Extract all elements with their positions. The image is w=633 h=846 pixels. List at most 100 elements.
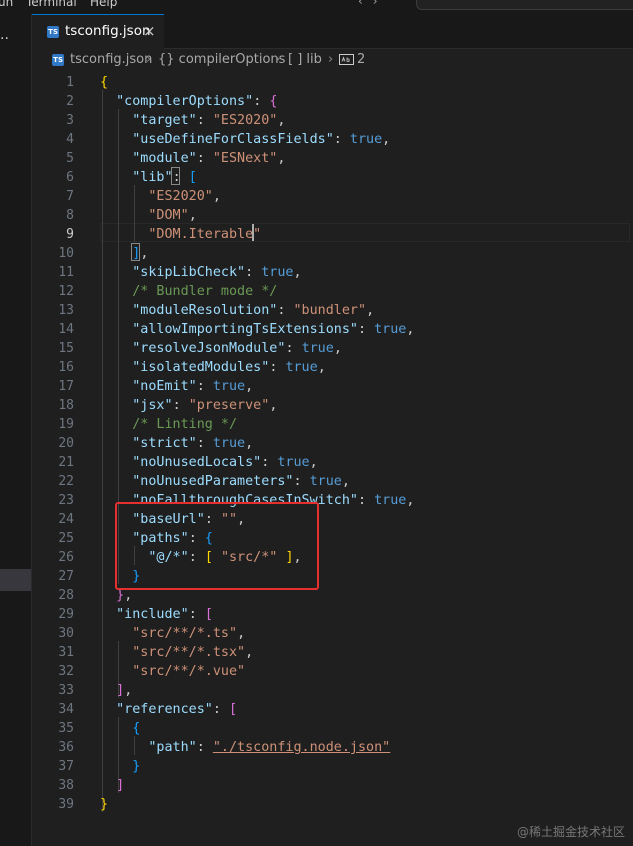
code-line: "noUnusedParameters": true, [100,472,350,491]
code-token: true [374,493,407,508]
breadcrumb-lib[interactable]: [ ] lib [288,52,322,67]
code-line: "isolatedModules": true, [100,358,326,377]
line-number: 34 [58,702,74,717]
code-line: "noEmit": true, [100,377,253,396]
menu-run[interactable]: un [0,0,13,9]
typescript-file-icon: TS [52,54,64,66]
code-token: ] [116,683,125,698]
code-token: "skipLibCheck" [132,265,246,280]
code-token: , [341,474,350,489]
line-number: 27 [58,569,74,584]
line-number: 9 [66,227,74,242]
code-token: "ESNext" [212,151,278,166]
ellipsis-icon[interactable]: ·· [0,32,9,46]
line-number: 37 [58,759,74,774]
chevron-right-icon: › [328,52,334,67]
code-token: , [188,208,197,223]
code-token: "compilerOptions" [116,94,254,109]
line-number: 19 [58,417,74,432]
code-token: { [100,75,109,90]
code-token: : [172,398,189,413]
code-token: "ES2020" [212,113,278,128]
code-token: : [253,94,270,109]
line-number: 39 [58,797,74,812]
close-icon[interactable]: × [143,22,156,40]
code-token: : [188,607,205,622]
code-token: : [172,170,189,185]
side-panel-selected-item[interactable] [0,569,31,591]
code-token: "references" [116,702,213,717]
editor-tab-bar: TS tsconfig.json × [32,14,633,49]
menu-terminal[interactable]: Terminal [26,0,77,9]
menu-help[interactable]: Help [90,0,117,9]
code-token: [ [188,170,197,185]
code-token: "./tsconfig.node.json" [212,740,391,755]
code-token: /* Linting */ [132,417,238,432]
code-line: "src/**/*.ts", [100,624,245,643]
code-line: "DOM.Iterable" [100,225,261,244]
command-center-input[interactable] [416,0,633,10]
code-token: "allowImportingTsExtensions" [132,322,358,337]
breadcrumb-file[interactable]: tsconfig.json [70,52,152,67]
code-token: "DOM" [148,208,189,223]
line-number: 22 [58,474,74,489]
line-number: 18 [58,398,74,413]
code-token: , [277,113,286,128]
code-line: "module": "ESNext", [100,149,285,168]
code-token: "src/**/*.tsx" [132,645,246,660]
code-line: "include": [ [100,605,213,624]
code-token: , [382,132,391,147]
line-number: 16 [58,360,74,375]
code-token: true [285,360,318,375]
code-line: "useDefineForClassFields": true, [100,130,390,149]
breadcrumb-compiler-options[interactable]: {} compilerOptions [158,52,285,67]
code-token: : [333,132,350,147]
code-token: "strict" [132,436,197,451]
breadcrumb-index[interactable]: 2 [357,52,365,67]
code-token: "preserve" [188,398,270,413]
code-token: true [309,474,342,489]
code-token: : [196,151,213,166]
code-token: , [245,379,254,394]
code-line: "resolveJsonModule": true, [100,339,342,358]
code-line: { [100,73,108,92]
code-token: } [116,588,125,603]
code-token: "include" [116,607,189,622]
string-symbol-icon [339,54,354,65]
line-number: 12 [58,284,74,299]
line-number: 10 [58,246,74,261]
code-token: "path" [148,740,197,755]
code-editor[interactable]: { "compilerOptions": { "target": "ES2020… [32,71,633,846]
code-line: "lib": [ [100,168,197,187]
code-token: , [245,436,254,451]
code-token: } [132,759,141,774]
code-token: "lib" [132,170,173,185]
code-token: : [212,702,229,717]
code-token: , [245,645,254,660]
tab-tsconfig-json[interactable]: TS tsconfig.json × [32,14,164,49]
line-number: 7 [66,189,74,204]
code-token: "src/**/*.vue" [132,664,246,679]
line-number: 38 [58,778,74,793]
nav-arrows-icon[interactable]: ‹› [358,0,388,8]
code-line: "DOM", [100,206,197,225]
line-number: 33 [58,683,74,698]
code-token: "target" [132,113,197,128]
code-line: ], [100,681,132,700]
